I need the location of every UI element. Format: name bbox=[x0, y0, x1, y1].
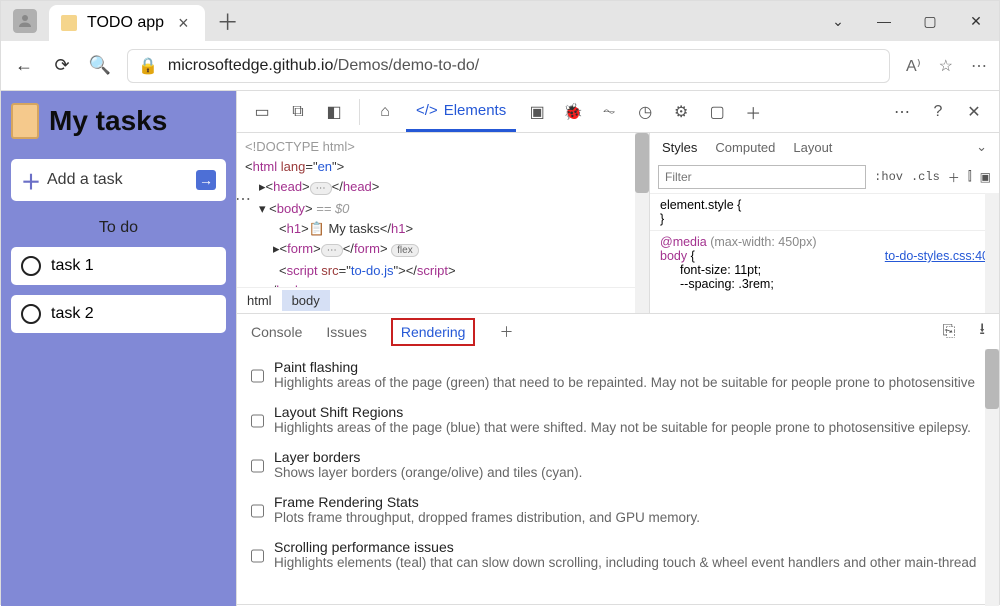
tab-computed[interactable]: Computed bbox=[715, 140, 775, 155]
tab-elements[interactable]: </> Elements bbox=[406, 92, 516, 132]
checkbox[interactable] bbox=[251, 452, 264, 480]
scrollbar[interactable] bbox=[985, 349, 999, 606]
checkbox-icon[interactable] bbox=[21, 304, 41, 324]
console-icon[interactable]: ▣ bbox=[522, 97, 552, 127]
checkbox[interactable] bbox=[251, 497, 264, 525]
drawer-tool-icon[interactable]: ⎘ bbox=[943, 323, 956, 341]
styles-pane: Styles Computed Layout ⌄ :hov .cls ＋ ⫿ ▣… bbox=[649, 133, 999, 313]
toggle-icon[interactable]: ▣ bbox=[980, 170, 991, 185]
rendering-option: Scrolling performance issuesHighlights e… bbox=[251, 539, 985, 570]
tab-styles[interactable]: Styles bbox=[662, 140, 697, 155]
menu-icon[interactable]: ⋯ bbox=[971, 56, 987, 76]
device-icon[interactable]: ⧉ bbox=[283, 97, 313, 127]
task-item[interactable]: task 2 bbox=[11, 295, 226, 333]
computed-icon[interactable]: ⫿ bbox=[968, 170, 972, 184]
add-task-placeholder: Add a task bbox=[47, 171, 123, 189]
rendering-option: Layout Shift RegionsHighlights areas of … bbox=[251, 404, 985, 435]
submit-arrow-icon[interactable]: → bbox=[196, 170, 216, 190]
tab-layout[interactable]: Layout bbox=[793, 140, 832, 155]
chevron-down-icon[interactable]: ⌄ bbox=[976, 139, 987, 155]
read-aloud-icon[interactable]: A⁾ bbox=[906, 56, 921, 76]
url-field[interactable]: 🔒 microsoftedge.github.io/Demos/demo-to-… bbox=[127, 49, 890, 83]
dom-tree[interactable]: ⋯ <!DOCTYPE html> <html lang="en"> ▸<hea… bbox=[237, 133, 649, 313]
rendering-option: Paint flashingHighlights areas of the pa… bbox=[251, 359, 985, 390]
crumb-body[interactable]: body bbox=[282, 290, 330, 311]
help-icon[interactable]: ? bbox=[923, 97, 953, 127]
drawer-download-icon[interactable]: ⭳ bbox=[979, 318, 985, 345]
close-devtools-icon[interactable]: ✕ bbox=[959, 97, 989, 127]
drawer-tabs: Console Issues Rendering ＋ ⎘ ⭳ bbox=[237, 313, 999, 349]
task-item[interactable]: task 1 bbox=[11, 247, 226, 285]
style-rule[interactable]: @media (max-width: 450px) body { to-do-s… bbox=[650, 230, 999, 295]
url-host: microsoftedge.github.io bbox=[168, 57, 333, 74]
elements-label: Elements bbox=[444, 102, 507, 119]
checkbox-icon[interactable] bbox=[21, 256, 41, 276]
back-button[interactable]: ← bbox=[13, 55, 35, 77]
devtools-panel: ▭ ⧉ ◧ ⌂ </> Elements ▣ 🐞 ⏦ ◷ ⚙ ▢ ＋ ⋯ ? ✕… bbox=[236, 91, 999, 606]
page-title: My tasks bbox=[49, 105, 167, 137]
cls-toggle[interactable]: .cls bbox=[911, 170, 940, 184]
profile-avatar[interactable] bbox=[13, 9, 37, 33]
task-label: task 2 bbox=[51, 305, 94, 323]
devtools-toolbar: ▭ ⧉ ◧ ⌂ </> Elements ▣ 🐞 ⏦ ◷ ⚙ ▢ ＋ ⋯ ? ✕ bbox=[237, 91, 999, 133]
more-tabs-icon[interactable]: ＋ bbox=[738, 97, 768, 127]
checkbox[interactable] bbox=[251, 407, 264, 435]
scrollbar[interactable] bbox=[985, 193, 999, 313]
rendered-page: My tasks ＋ Add a task → To do task 1 task… bbox=[1, 91, 236, 606]
network-icon[interactable]: ⏦ bbox=[594, 97, 624, 127]
lock-icon: 🔒 bbox=[138, 56, 158, 76]
rendering-option: Layer bordersShows layer borders (orange… bbox=[251, 449, 985, 480]
application-icon[interactable]: ▢ bbox=[702, 97, 732, 127]
filter-input[interactable] bbox=[658, 165, 866, 189]
tab-issues[interactable]: Issues bbox=[326, 324, 366, 340]
url-path: /Demos/demo-to-do/ bbox=[333, 57, 479, 74]
refresh-button[interactable]: ⟳ bbox=[51, 55, 73, 77]
chevron-down-icon[interactable]: ⌄ bbox=[815, 1, 861, 41]
new-style-icon[interactable]: ＋ bbox=[948, 169, 960, 186]
close-window-button[interactable]: ✕ bbox=[953, 1, 999, 41]
performance-icon[interactable]: ◷ bbox=[630, 97, 660, 127]
hov-toggle[interactable]: :hov bbox=[874, 170, 903, 184]
checkbox[interactable] bbox=[251, 362, 264, 390]
dom-line: <!DOCTYPE html> bbox=[245, 137, 641, 157]
checkbox[interactable] bbox=[251, 542, 264, 570]
search-icon[interactable]: 🔍 bbox=[89, 55, 111, 77]
close-tab-icon[interactable]: × bbox=[174, 13, 193, 34]
add-task-input[interactable]: ＋ Add a task → bbox=[11, 159, 226, 201]
favorite-icon[interactable]: ☆ bbox=[939, 56, 953, 76]
code-icon: </> bbox=[416, 102, 438, 119]
inspect-icon[interactable]: ▭ bbox=[247, 97, 277, 127]
browser-tab[interactable]: TODO app × bbox=[49, 5, 205, 41]
tab-favicon bbox=[61, 15, 77, 31]
tab-console[interactable]: Console bbox=[251, 324, 302, 340]
task-label: task 1 bbox=[51, 257, 94, 275]
home-icon[interactable]: ⌂ bbox=[370, 97, 400, 127]
memory-icon[interactable]: ⚙ bbox=[666, 97, 696, 127]
rendering-option: Frame Rendering StatsPlots frame through… bbox=[251, 494, 985, 525]
clipboard-icon bbox=[11, 103, 39, 139]
bug-icon[interactable]: 🐞 bbox=[558, 97, 588, 127]
more-icon[interactable]: ⋯ bbox=[887, 97, 917, 127]
rendering-panel: Paint flashingHighlights areas of the pa… bbox=[237, 349, 999, 606]
window-titlebar: TODO app × ＋ ⌄ — ▢ ✕ bbox=[1, 1, 999, 41]
stylesheet-link[interactable]: to-do-styles.css:40 bbox=[885, 249, 989, 263]
plus-icon: ＋ bbox=[21, 166, 41, 195]
ellipsis-icon[interactable]: ⋯ bbox=[237, 189, 251, 209]
scrollbar[interactable] bbox=[635, 133, 649, 313]
tab-rendering[interactable]: Rendering bbox=[391, 318, 476, 346]
style-rule[interactable]: element.style { } bbox=[650, 193, 999, 230]
address-bar: ← ⟳ 🔍 🔒 microsoftedge.github.io/Demos/de… bbox=[1, 41, 999, 91]
new-tab-button[interactable]: ＋ bbox=[205, 5, 251, 37]
dock-icon[interactable]: ◧ bbox=[319, 97, 349, 127]
minimize-button[interactable]: — bbox=[861, 1, 907, 41]
add-drawer-tab-icon[interactable]: ＋ bbox=[499, 322, 513, 342]
crumb-html[interactable]: html bbox=[237, 290, 282, 311]
maximize-button[interactable]: ▢ bbox=[907, 1, 953, 41]
todo-section-label: To do bbox=[11, 219, 226, 237]
tab-title: TODO app bbox=[87, 14, 164, 32]
